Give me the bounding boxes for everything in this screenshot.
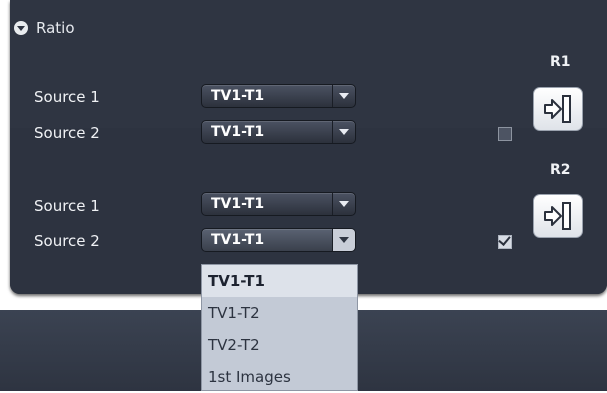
r1-source2-label: Source 2: [34, 124, 100, 142]
r1-label: R1: [550, 54, 571, 70]
r2-label: R2: [550, 162, 571, 178]
panel-title: Ratio: [36, 19, 75, 37]
chevron-down-icon: [339, 93, 349, 99]
r1-import-button[interactable]: [533, 87, 583, 131]
dropdown-option[interactable]: 1st Images: [202, 361, 357, 393]
chevron-down-icon: [339, 237, 349, 243]
r2-checkbox[interactable]: [498, 233, 512, 249]
r2-source1-dropdown[interactable]: TV1-T1: [201, 192, 356, 216]
checkmark-icon: [498, 233, 511, 246]
r1-source2-dropdown[interactable]: TV1-T1: [201, 120, 356, 144]
chevron-down-icon: [339, 129, 349, 135]
r1-checkbox[interactable]: [498, 127, 512, 141]
dropdown-arrow[interactable]: [332, 85, 355, 107]
r2-source2-dropdown[interactable]: TV1-T1: [201, 228, 356, 252]
dropdown-value: TV1-T1: [211, 88, 265, 104]
dropdown-option[interactable]: TV1-T2: [202, 297, 357, 329]
dropdown-option[interactable]: TV2-T2: [202, 329, 357, 361]
chevron-down-icon: [339, 201, 349, 207]
dropdown-arrow[interactable]: [332, 229, 355, 251]
panel-header[interactable]: Ratio: [14, 18, 75, 38]
r1-source1-label: Source 1: [34, 88, 100, 106]
dropdown-options-list: TV1-T1 TV1-T2 TV2-T2 1st Images: [201, 264, 358, 391]
dropdown-option[interactable]: TV1-T1: [202, 265, 357, 297]
import-arrow-icon: [544, 95, 571, 123]
r2-import-button[interactable]: [533, 194, 583, 238]
r2-source1-label: Source 1: [34, 197, 100, 215]
import-arrow-icon: [544, 202, 571, 230]
dropdown-arrow[interactable]: [332, 121, 355, 143]
dropdown-value: TV1-T1: [211, 196, 265, 212]
r1-source1-dropdown[interactable]: TV1-T1: [201, 84, 356, 108]
dropdown-value: TV1-T1: [211, 232, 265, 248]
r2-source2-label: Source 2: [34, 232, 100, 250]
chevron-down-circle-icon[interactable]: [14, 21, 28, 35]
dropdown-arrow[interactable]: [332, 193, 355, 215]
dropdown-value: TV1-T1: [211, 124, 265, 140]
